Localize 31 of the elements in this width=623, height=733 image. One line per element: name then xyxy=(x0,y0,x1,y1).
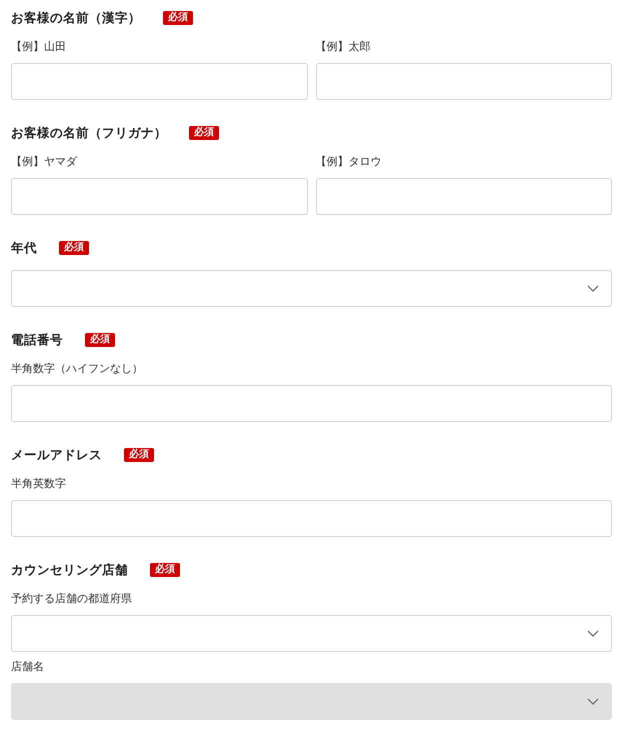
chevron-down-icon xyxy=(587,285,599,292)
field-hint: 予約する店舗の都道府県 xyxy=(11,592,133,606)
field-hint: 【例】太郎 xyxy=(316,40,372,54)
text-input-field[interactable] xyxy=(316,178,612,215)
required-badge: 必須 xyxy=(59,241,89,255)
required-badge: 必須 xyxy=(150,563,180,577)
text-input-field[interactable] xyxy=(11,63,308,100)
section-title: 年代 xyxy=(11,240,37,257)
text-input-field[interactable] xyxy=(11,500,612,537)
section-title: お客様の名前（漢字） xyxy=(11,10,141,27)
field-hint: 半角数字（ハイフンなし） xyxy=(11,362,144,376)
section-title: 電話番号 xyxy=(11,332,63,349)
required-badge: 必須 xyxy=(85,333,115,347)
text-input-field[interactable] xyxy=(316,63,612,100)
section-title: お客様の名前（フリガナ） xyxy=(11,124,167,142)
field-hint: 半角英数字 xyxy=(11,477,67,491)
dropdown-field[interactable] xyxy=(11,270,612,307)
section-title: カウンセリング店舗 xyxy=(11,562,128,579)
field-hint: 店舗名 xyxy=(11,660,45,674)
section-title: メールアドレス xyxy=(11,446,102,464)
field-hint: 【例】山田 xyxy=(11,40,67,54)
chevron-down-icon xyxy=(587,630,599,637)
text-input-field[interactable] xyxy=(11,385,612,422)
required-badge: 必須 xyxy=(189,126,219,140)
field-hint: 【例】ヤマダ xyxy=(11,155,78,169)
field-hint: 【例】タロウ xyxy=(316,155,382,169)
required-badge: 必須 xyxy=(124,448,154,462)
text-input-field[interactable] xyxy=(11,178,308,215)
chevron-down-icon xyxy=(587,698,599,705)
dropdown-field[interactable] xyxy=(11,615,612,652)
required-badge: 必須 xyxy=(163,11,193,25)
